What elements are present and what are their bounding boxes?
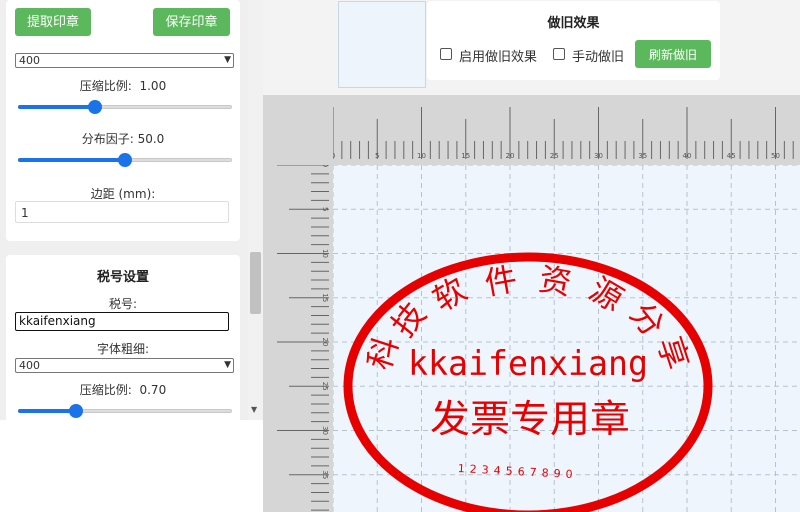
extracted-stamp-thumbnail <box>338 1 426 88</box>
tax-font-weight-value: 400 <box>19 359 40 372</box>
font-weight-select[interactable]: 400 ▼ <box>15 53 234 68</box>
top-ruler-label: 50 <box>771 152 780 160</box>
left-ruler-label: 30 <box>321 426 329 435</box>
tax-font-weight-select[interactable]: 400 ▼ <box>15 358 234 373</box>
chevron-down-icon: ▼ <box>224 360 231 370</box>
left-ruler-label: 15 <box>321 293 329 302</box>
left-ruler: 05101520253035 <box>263 95 333 512</box>
ruler-corner <box>263 95 333 165</box>
enable-aging-label: 启用做旧效果 <box>459 50 538 65</box>
top-ruler-label: 30 <box>594 152 603 160</box>
compress-ratio-label: 压缩比例: 1.00 <box>79 79 167 93</box>
top-ruler-label: 45 <box>727 152 736 160</box>
top-ruler-label: 35 <box>638 152 647 160</box>
distribution-factor-label: 分布因子: 50.0 <box>81 132 165 146</box>
scrollbar-thumb[interactable] <box>250 252 261 314</box>
manual-aging-label: 手动做旧 <box>572 50 625 65</box>
tax-number-input[interactable]: kkaifenxiang <box>15 312 229 331</box>
font-weight-value: 400 <box>19 54 40 67</box>
stamp-company-char: 件 <box>482 260 520 303</box>
compress-ratio-slider[interactable] <box>18 100 232 114</box>
blank-area <box>0 420 263 512</box>
slider-thumb[interactable] <box>88 100 103 114</box>
top-ruler-label: 10 <box>417 152 426 160</box>
refresh-aging-button[interactable]: 刷新做旧 <box>635 40 711 68</box>
tax-compress-ratio-label: 压缩比例: 0.70 <box>79 383 167 397</box>
settings-scrollbar[interactable]: ▼ <box>248 0 263 420</box>
tax-font-weight-label: 字体粗细: <box>96 342 150 356</box>
chevron-down-icon: ▼ <box>224 55 231 65</box>
extract-stamp-button[interactable]: 提取印章 <box>15 8 91 36</box>
slider-thumb[interactable] <box>118 153 132 167</box>
tax-number-label: 税号: <box>108 297 138 311</box>
stamp-company-char: 资 <box>536 260 574 303</box>
tax-compress-ratio-value: 0.70 <box>139 383 167 397</box>
distribution-factor-value: 50.0 <box>137 132 165 146</box>
top-ruler-label: 20 <box>506 152 515 160</box>
settings-panel: 提取印章 保存印章 400 ▼ 压缩比例: 1.00 分布因子: 50.0 边距… <box>0 0 263 420</box>
stamp-canvas: 05101520253035404550 05101520253035 科技软件… <box>263 95 800 512</box>
scroll-down-arrow-icon[interactable]: ▼ <box>251 405 257 414</box>
left-ruler-label: 10 <box>321 249 329 258</box>
save-stamp-button[interactable]: 保存印章 <box>153 8 230 36</box>
left-ruler-label: 20 <box>321 338 329 347</box>
stamp-type-text: 发票专用章 <box>430 397 630 441</box>
enable-aging-checkbox[interactable] <box>440 48 452 60</box>
aging-effect-title: 做旧效果 <box>547 16 600 31</box>
slider-thumb[interactable] <box>68 404 83 418</box>
top-ruler-label: 15 <box>461 152 470 160</box>
top-ruler-label: 40 <box>683 152 692 160</box>
manual-aging-checkbox[interactable] <box>553 48 565 60</box>
left-ruler-label: 35 <box>321 470 329 479</box>
left-ruler-label: 5 <box>321 207 329 211</box>
stamp-canvas-area[interactable]: 05101520253035404550 05101520253035 科技软件… <box>263 95 800 512</box>
tax-compress-ratio-slider[interactable] <box>18 404 232 418</box>
text-settings-card: 提取印章 保存印章 400 ▼ 压缩比例: 1.00 分布因子: 50.0 边距… <box>6 0 240 241</box>
margin-input[interactable]: 1 <box>15 201 229 223</box>
left-ruler-label: 25 <box>321 382 329 391</box>
distribution-factor-slider[interactable] <box>18 153 232 167</box>
tax-settings-heading: 税号设置 <box>96 270 149 285</box>
paper-background <box>333 165 800 512</box>
stamp-tax-number: kkaifenxiang <box>408 344 648 384</box>
aging-effect-panel: 做旧效果 启用做旧效果 手动做旧 刷新做旧 <box>427 1 720 80</box>
tax-settings-card: 税号设置 税号: kkaifenxiang 字体粗细: 400 ▼ 压缩比例: … <box>6 255 240 420</box>
compress-ratio-value: 1.00 <box>139 79 167 93</box>
top-ruler-label: 5 <box>375 152 379 160</box>
margin-label: 边距 (mm): <box>90 187 156 201</box>
top-ruler-label: 25 <box>550 152 559 160</box>
top-ruler: 05101520253035404550 <box>331 95 800 165</box>
